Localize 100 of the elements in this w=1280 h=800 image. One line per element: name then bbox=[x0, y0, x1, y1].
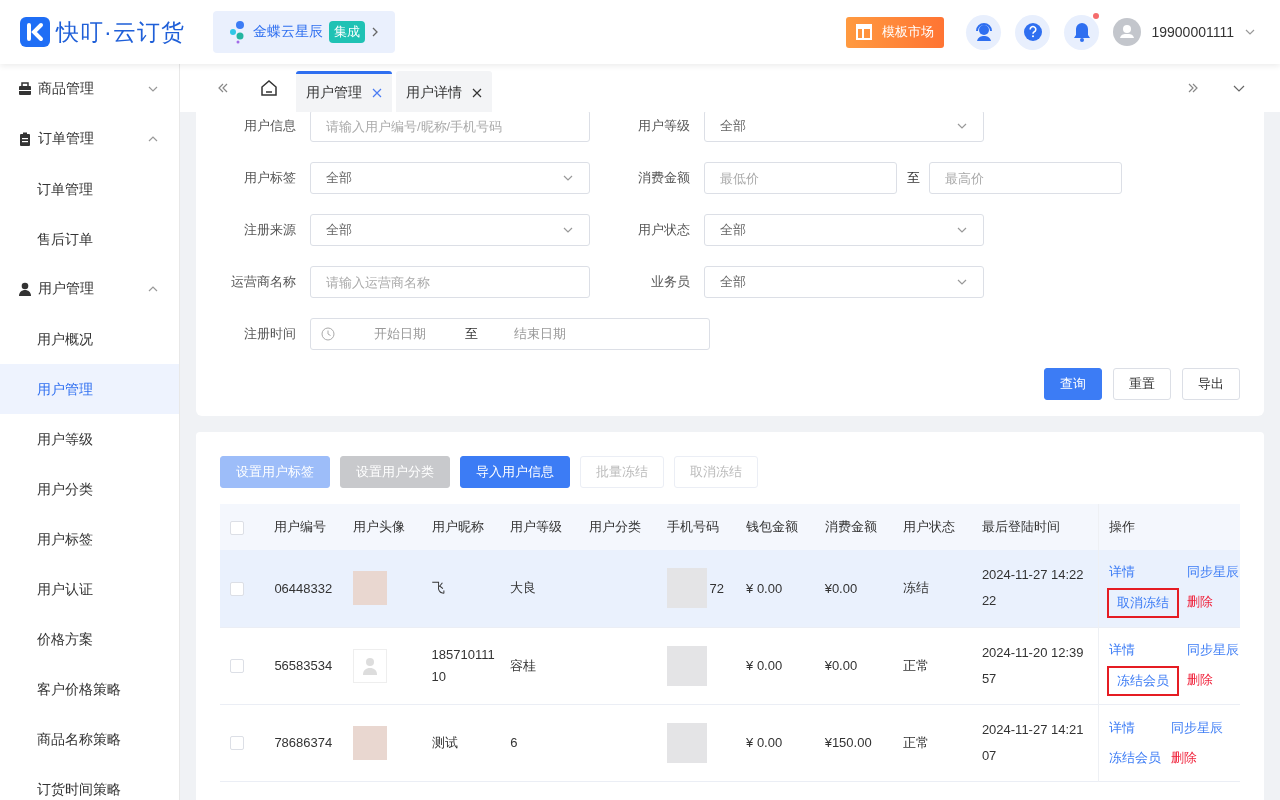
notification-button[interactable] bbox=[1064, 14, 1100, 50]
table-cell-text: 2024-11-27 14:22 bbox=[981, 566, 1085, 585]
sidebar-item[interactable]: 售后订单 bbox=[0, 214, 179, 264]
sidebar-item[interactable]: 客户价格策略 bbox=[0, 664, 179, 714]
row-checkbox[interactable] bbox=[230, 736, 244, 751]
action-link[interactable]: 冻结会员 bbox=[1109, 667, 1178, 694]
integration-name: 金蝶云星辰 bbox=[252, 23, 323, 41]
field-label: 运营商名称 bbox=[230, 273, 297, 291]
action-link[interactable]: 删除 bbox=[1171, 745, 1224, 770]
avatar-icon bbox=[1113, 18, 1142, 46]
action-link[interactable]: 冻结会员 bbox=[1109, 745, 1162, 770]
action-link[interactable]: 删除 bbox=[1187, 590, 1240, 617]
sidebar-item[interactable]: 用户概况 bbox=[0, 314, 179, 364]
price-field[interactable]: 最高价 bbox=[929, 162, 1122, 194]
range-separator: 至 bbox=[905, 169, 921, 187]
select-all-checkbox[interactable] bbox=[230, 520, 244, 535]
column-header: 钱包金额 bbox=[742, 504, 821, 550]
action-link[interactable]: 详情 bbox=[1109, 560, 1178, 585]
sidebar-item[interactable]: 用户等级 bbox=[0, 414, 179, 464]
price-field[interactable]: 最低价 bbox=[704, 162, 897, 194]
table-cell-text: 22 bbox=[981, 592, 998, 611]
select-field[interactable]: 全部 bbox=[310, 214, 590, 246]
table-cell: 容桂 bbox=[506, 627, 585, 704]
sidebar-group[interactable]: 订单管理 bbox=[0, 114, 179, 164]
sidebar-item[interactable]: 订单管理 bbox=[0, 164, 179, 214]
page-tab[interactable]: 用户管理 bbox=[296, 71, 392, 112]
table-cell-text: 07 bbox=[981, 746, 998, 765]
sidebar-group[interactable]: 商品管理 bbox=[0, 64, 179, 114]
action-link[interactable]: 删除 bbox=[1187, 667, 1240, 694]
field-label: 注册时间 bbox=[243, 325, 297, 343]
filter-button[interactable]: 查询 bbox=[1044, 368, 1102, 400]
field-label: 消费金额 bbox=[637, 169, 691, 187]
headset-icon bbox=[973, 22, 994, 42]
sidebar-item[interactable]: 用户标签 bbox=[0, 514, 179, 564]
field-label: 注册来源 bbox=[243, 221, 297, 239]
clipboard-icon bbox=[18, 132, 32, 146]
action-link[interactable]: 同步星辰 bbox=[1187, 637, 1240, 662]
sidebar-item[interactable]: 商品名称策略 bbox=[0, 714, 179, 764]
field-label: 用户等级 bbox=[637, 117, 691, 135]
help-icon bbox=[1022, 22, 1043, 42]
username: 19900001111 bbox=[1151, 24, 1234, 40]
app-logo-text: 快叮·云订货 bbox=[56, 17, 185, 47]
user-menu[interactable]: 19900001111 bbox=[1113, 18, 1256, 46]
table-cell: 测试 bbox=[427, 704, 507, 781]
sidebar-item[interactable]: 价格方案 bbox=[0, 614, 179, 664]
select-field[interactable]: 全部 bbox=[310, 162, 590, 194]
date-range-field[interactable]: 开始日期 至 结束日期 bbox=[310, 318, 710, 350]
close-icon bbox=[472, 88, 482, 98]
action-link[interactable]: 取消冻结 bbox=[1109, 590, 1178, 617]
clock-icon bbox=[321, 327, 335, 341]
sidebar-group[interactable]: 用户管理 bbox=[0, 264, 179, 314]
sidebar-item[interactable]: 订货时间策略 bbox=[0, 764, 179, 800]
action-link[interactable]: 详情 bbox=[1109, 637, 1178, 662]
table-cell: 56583534 bbox=[270, 627, 349, 704]
integration-banner[interactable]: 金蝶云星辰 集成 bbox=[212, 11, 395, 53]
text-field[interactable]: 请输入运营商名称 bbox=[310, 266, 590, 298]
table-cell: 78686374 bbox=[270, 704, 349, 781]
text-field[interactable]: 请输入用户编号/昵称/手机号码 bbox=[310, 112, 590, 142]
action-link[interactable]: 同步星辰 bbox=[1171, 715, 1224, 740]
sidebar-item[interactable]: 用户认证 bbox=[0, 564, 179, 614]
toolbar-button[interactable]: 导入用户信息 bbox=[460, 456, 570, 488]
row-checkbox[interactable] bbox=[230, 659, 244, 674]
select-field[interactable]: 全部 bbox=[704, 214, 984, 246]
table-cell-text: 2024-11-20 12:39 bbox=[981, 643, 1085, 662]
photo-placeholder bbox=[353, 725, 387, 760]
select-field[interactable]: 全部 bbox=[704, 112, 984, 142]
table-cell: ¥0.00 bbox=[820, 627, 900, 704]
filter-button[interactable]: 重置 bbox=[1113, 368, 1171, 400]
double-chevron-left-icon bbox=[217, 82, 229, 94]
table-cell: 06448332 bbox=[270, 550, 349, 627]
table-cell: ¥ 0.00 bbox=[742, 704, 821, 781]
table-cell: 飞 bbox=[427, 550, 507, 627]
blurred-block bbox=[667, 722, 708, 763]
filter-button[interactable]: 导出 bbox=[1182, 368, 1240, 400]
table-row[interactable]: 56583534 18571011110 容桂 ¥ 0.00 ¥0.00 正常 2024-11-20 12:39 57 详情 同步星辰 冻结会员 删除 bbox=[220, 627, 1240, 704]
table-cell-text: 57 bbox=[981, 669, 998, 688]
column-header: 用户头像 bbox=[349, 504, 428, 550]
sidebar-item[interactable]: 用户分类 bbox=[0, 464, 179, 514]
column-header: 最后登陆时间 bbox=[977, 504, 1099, 550]
select-field[interactable]: 全部 bbox=[704, 266, 984, 298]
help-button[interactable] bbox=[1015, 14, 1051, 50]
page-tab[interactable]: 用户详情 bbox=[396, 71, 492, 112]
photo-placeholder bbox=[353, 571, 387, 606]
double-chevron-right-icon bbox=[1187, 82, 1199, 94]
column-header: 用户分类 bbox=[584, 504, 664, 550]
field-label: 业务员 bbox=[650, 273, 691, 291]
action-link[interactable]: 同步星辰 bbox=[1187, 560, 1240, 585]
layout-icon bbox=[856, 24, 873, 40]
column-header: 手机号码 bbox=[663, 504, 743, 550]
home-icon bbox=[260, 79, 278, 97]
dots-icon bbox=[228, 20, 247, 44]
action-link[interactable]: 详情 bbox=[1109, 715, 1162, 740]
row-checkbox[interactable] bbox=[230, 582, 244, 597]
table-row[interactable]: 06448332 飞 大良 72 ¥ 0.00 ¥0.00 冻结 2024-11-27 14:22 22 详情 同步星辰 取消冻结 删除 bbox=[220, 550, 1240, 627]
table-cell: 72 bbox=[709, 580, 724, 596]
column-header: 用户编号 bbox=[270, 504, 349, 550]
table-cell: 冻结 bbox=[899, 550, 978, 627]
table-row[interactable]: 78686374 测试 6 ¥ 0.00 ¥150.00 正常 2024-11-27 14:21 07 详情 同步星辰 冻结会员 删除 bbox=[220, 704, 1240, 781]
sidebar-item[interactable]: 用户管理 bbox=[0, 364, 179, 414]
support-button[interactable] bbox=[966, 14, 1002, 50]
